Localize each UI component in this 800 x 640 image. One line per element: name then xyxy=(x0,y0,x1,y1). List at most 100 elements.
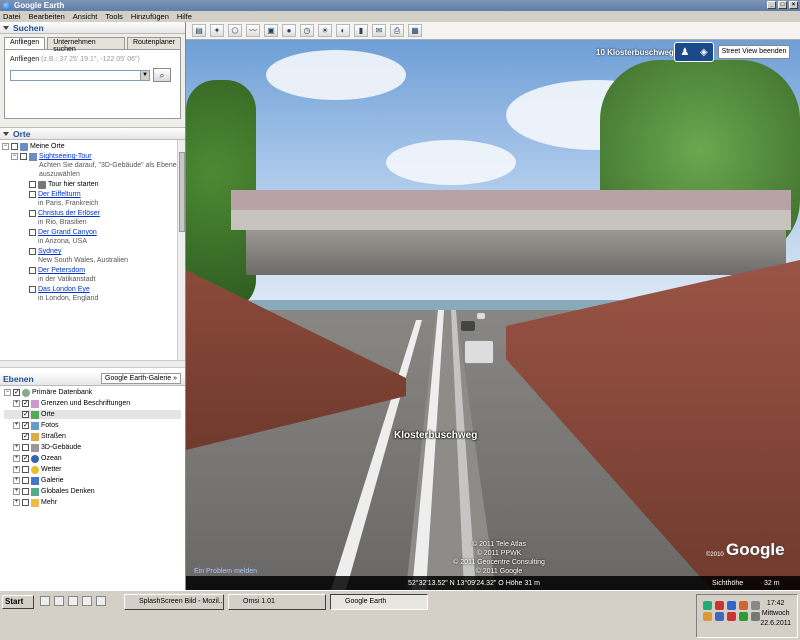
desktop-icon[interactable] xyxy=(40,596,50,606)
report-problem-link[interactable]: Ein Problem melden xyxy=(194,568,257,575)
checkbox[interactable] xyxy=(22,488,29,495)
task-omsi[interactable]: Omsi 1.01 xyxy=(228,594,326,610)
email-icon[interactable]: ✉ xyxy=(372,24,386,37)
menu-tools[interactable]: Tools xyxy=(105,12,123,21)
checkbox[interactable] xyxy=(11,143,18,150)
firefox-icon[interactable] xyxy=(82,596,92,606)
checkbox[interactable] xyxy=(20,153,27,160)
tray-icon[interactable] xyxy=(751,612,760,621)
expand-toggle[interactable]: + xyxy=(13,400,20,407)
expand-toggle[interactable]: + xyxy=(13,455,20,462)
search-input[interactable]: ▼ xyxy=(10,69,150,81)
checkbox[interactable]: ✓ xyxy=(22,455,29,462)
task-firefox[interactable]: SplashScreen Bild - Mozil... xyxy=(124,594,224,610)
search-panel-header[interactable]: Suchen xyxy=(0,22,185,34)
collapse-triangle-icon[interactable] xyxy=(3,25,9,30)
place-link-london-eye[interactable]: Das London Eye xyxy=(38,286,90,293)
polygon-icon[interactable]: ⬠ xyxy=(228,24,242,37)
place-link-petersdom[interactable]: Der Petersdom xyxy=(38,267,85,274)
tray-icon[interactable] xyxy=(739,601,748,610)
expand-toggle[interactable]: + xyxy=(13,466,20,473)
layer-label[interactable]: Galerie xyxy=(41,476,64,485)
cube-icon[interactable]: ◈ xyxy=(700,47,708,58)
horizontal-scrollbar[interactable] xyxy=(0,360,185,368)
scrollbar-thumb[interactable] xyxy=(179,152,185,232)
minimize-button[interactable]: _ xyxy=(767,1,776,9)
tray-icon[interactable] xyxy=(727,601,736,610)
tab-business-search[interactable]: Unternehmen suchen xyxy=(47,37,125,53)
checkbox[interactable]: ✓ xyxy=(22,411,29,418)
media-icon[interactable] xyxy=(96,596,106,606)
expand-toggle[interactable]: + xyxy=(13,444,20,451)
checkbox[interactable] xyxy=(22,444,29,451)
menu-view[interactable]: Ansicht xyxy=(73,12,98,21)
explorer-icon[interactable] xyxy=(54,596,64,606)
tab-directions[interactable]: Routenplaner xyxy=(126,37,181,49)
tray-icon[interactable] xyxy=(727,612,736,621)
planets-icon[interactable]: ◐ xyxy=(336,24,350,37)
place-link-sydney[interactable]: Sydney xyxy=(38,248,61,255)
layers-panel-header[interactable]: Ebenen Google Earth-Galerie » xyxy=(0,372,185,386)
tour-folder-link[interactable]: Sightseeing-Tour xyxy=(39,153,92,160)
close-button[interactable]: × xyxy=(789,1,798,9)
maximize-button[interactable]: □ xyxy=(778,1,787,9)
path-icon[interactable]: 〰 xyxy=(246,24,260,37)
menu-help[interactable]: Hilfe xyxy=(177,12,192,21)
person-icon[interactable]: ♟ xyxy=(680,47,689,58)
exit-street-view-button[interactable]: Street View beenden xyxy=(718,45,790,59)
historical-imagery-icon[interactable]: ◷ xyxy=(300,24,314,37)
layer-label[interactable]: Wetter xyxy=(41,465,62,474)
layer-label[interactable]: Grenzen und Beschriftungen xyxy=(41,399,130,408)
record-tour-icon[interactable]: ● xyxy=(282,24,296,37)
checkbox[interactable]: ✓ xyxy=(22,400,29,407)
tray-icon[interactable] xyxy=(739,612,748,621)
checkbox[interactable] xyxy=(29,267,36,274)
tab-fly-to[interactable]: Anfliegen xyxy=(4,37,46,49)
checkbox[interactable]: ✓ xyxy=(13,389,20,396)
checkbox[interactable] xyxy=(29,191,36,198)
checkbox[interactable] xyxy=(29,181,36,188)
street-view-3d-viewer[interactable]: 10 Klosterbuschweg ♟ ◈ Street View beende… xyxy=(186,40,800,590)
layer-label[interactable]: Primäre Datenbank xyxy=(32,388,92,397)
ie-icon[interactable] xyxy=(68,596,78,606)
layer-label[interactable]: Ozean xyxy=(41,454,62,463)
expand-toggle[interactable]: − xyxy=(4,389,11,396)
place-link-christ[interactable]: Christus der Erlöser xyxy=(38,210,100,217)
tour-start-label[interactable]: Tour hier starten xyxy=(48,180,99,189)
search-button[interactable]: ⌕ xyxy=(153,68,171,82)
menu-add[interactable]: Hinzufügen xyxy=(131,12,169,21)
start-button[interactable]: Start xyxy=(2,595,34,609)
place-link-eiffel[interactable]: Der Eiffelturm xyxy=(38,191,81,198)
checkbox[interactable] xyxy=(29,286,36,293)
place-link-grand-canyon[interactable]: Der Grand Canyon xyxy=(38,229,97,236)
earth-gallery-button[interactable]: Google Earth-Galerie » xyxy=(101,373,181,384)
menu-edit[interactable]: Bearbeiten xyxy=(29,12,65,21)
layer-label[interactable]: Orte xyxy=(41,410,55,419)
print-icon[interactable]: ⎙ xyxy=(390,24,404,37)
places-scrollbar[interactable] xyxy=(177,140,185,360)
collapse-triangle-icon[interactable] xyxy=(3,131,9,136)
checkbox[interactable] xyxy=(22,477,29,484)
checkbox[interactable] xyxy=(29,248,36,255)
checkbox[interactable]: ✓ xyxy=(22,422,29,429)
layer-label[interactable]: Fotos xyxy=(41,421,59,430)
sunlight-icon[interactable]: ☀ xyxy=(318,24,332,37)
image-overlay-icon[interactable]: ▣ xyxy=(264,24,278,37)
clock[interactable]: 17:42 Mittwoch 22.6.2011 xyxy=(760,599,791,629)
sidebar-toggle-icon[interactable]: ▤ xyxy=(192,24,206,37)
layer-label[interactable]: 3D-Gebäude xyxy=(41,443,81,452)
street-view-controls[interactable]: ♟ ◈ xyxy=(674,42,714,62)
maps-icon[interactable]: ▦ xyxy=(408,24,422,37)
menu-file[interactable]: Datei xyxy=(3,12,21,21)
layer-label[interactable]: Globales Denken xyxy=(41,487,95,496)
layer-label[interactable]: Mehr xyxy=(41,498,57,507)
layer-label[interactable]: Straßen xyxy=(41,432,66,441)
checkbox[interactable] xyxy=(29,210,36,217)
expand-toggle[interactable]: + xyxy=(13,499,20,506)
expand-toggle[interactable]: + xyxy=(13,477,20,484)
tray-icon[interactable] xyxy=(703,601,712,610)
expand-toggle[interactable]: − xyxy=(11,153,18,160)
expand-toggle[interactable]: + xyxy=(13,488,20,495)
checkbox[interactable]: ✓ xyxy=(22,433,29,440)
tray-icon[interactable] xyxy=(751,601,760,610)
